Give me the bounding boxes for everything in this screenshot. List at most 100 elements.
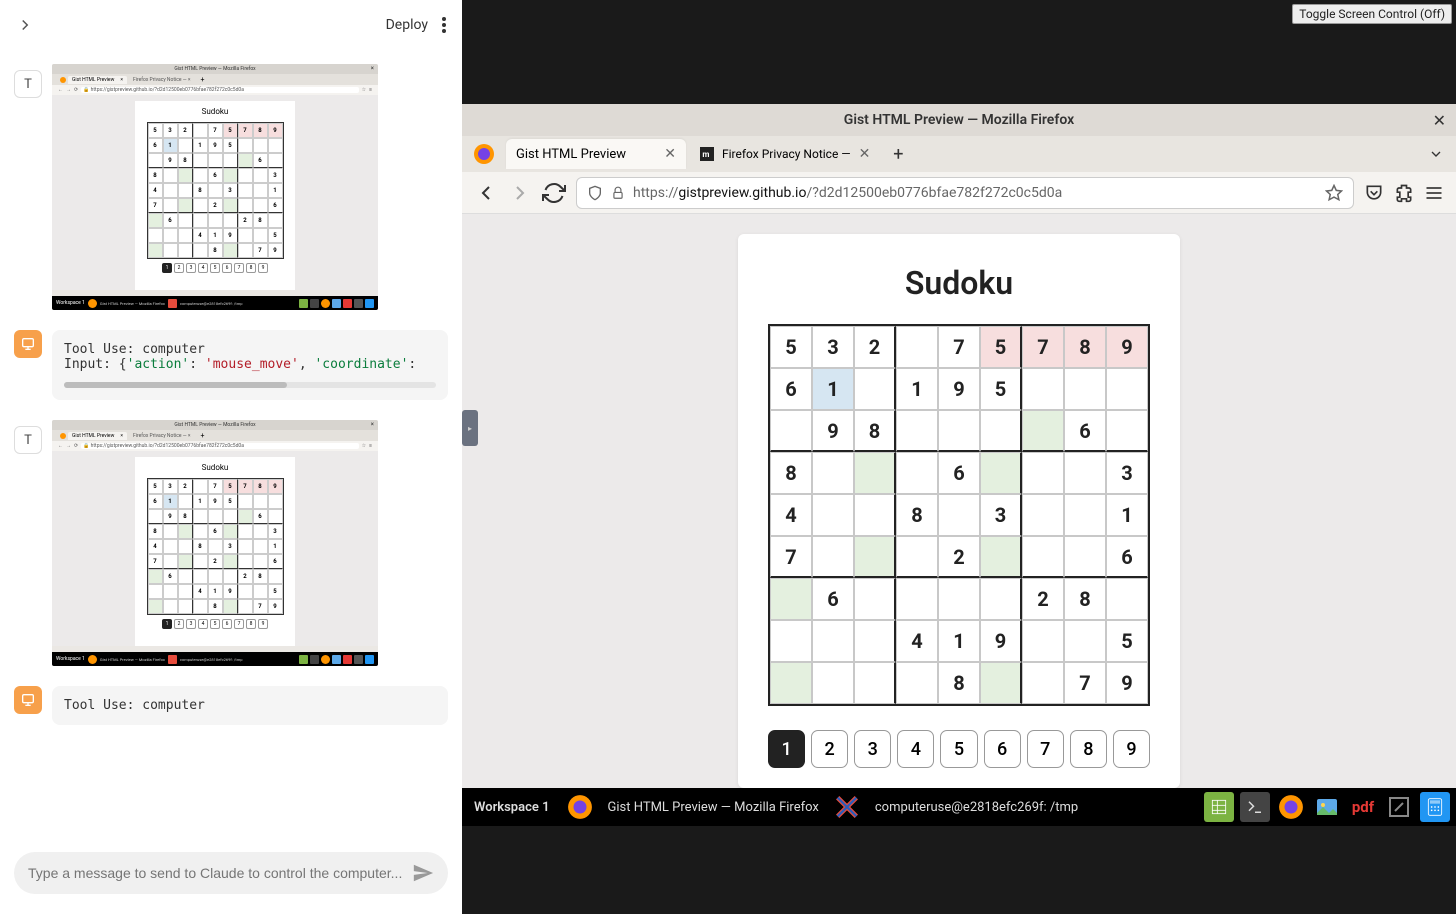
sudoku-cell[interactable]: 8	[938, 662, 980, 704]
message-input[interactable]	[28, 865, 402, 881]
sudoku-cell[interactable]	[1064, 452, 1106, 494]
sudoku-cell[interactable]	[854, 494, 896, 536]
sudoku-cell[interactable]: 6	[770, 368, 812, 410]
sudoku-cell[interactable]: 4	[770, 494, 812, 536]
url-bar[interactable]: https://gistpreview.github.io/?d2d12500e…	[576, 177, 1354, 209]
sudoku-cell[interactable]: 2	[938, 536, 980, 578]
sudoku-cell[interactable]: 6	[812, 578, 854, 620]
sudoku-cell[interactable]: 3	[812, 326, 854, 368]
sudoku-cell[interactable]: 3	[980, 494, 1022, 536]
sudoku-cell[interactable]	[1022, 452, 1064, 494]
sudoku-cell[interactable]	[1022, 494, 1064, 536]
sudoku-cell[interactable]: 6	[938, 452, 980, 494]
sudoku-cell[interactable]	[938, 410, 980, 452]
taskbar-terminal-title[interactable]: computeruse@e2818efc269f: /tmp	[871, 800, 1082, 815]
sudoku-cell[interactable]: 5	[980, 368, 1022, 410]
sudoku-cell[interactable]: 6	[1106, 536, 1148, 578]
extensions-icon[interactable]	[1394, 183, 1414, 203]
sudoku-cell[interactable]	[812, 494, 854, 536]
sudoku-cell[interactable]: 4	[896, 620, 938, 662]
sudoku-cell[interactable]	[812, 620, 854, 662]
sudoku-cell[interactable]	[812, 452, 854, 494]
sudoku-cell[interactable]: 7	[938, 326, 980, 368]
sudoku-cell[interactable]: 3	[1106, 452, 1148, 494]
menu-dots-icon[interactable]	[442, 17, 446, 33]
deploy-button[interactable]: Deploy	[386, 17, 428, 33]
sudoku-cell[interactable]	[812, 662, 854, 704]
sudoku-cell[interactable]: 9	[980, 620, 1022, 662]
sudoku-cell[interactable]	[770, 578, 812, 620]
sudoku-cell[interactable]	[854, 620, 896, 662]
sudoku-cell[interactable]	[1022, 368, 1064, 410]
editor-icon[interactable]	[1384, 792, 1414, 822]
sudoku-cell[interactable]	[1022, 536, 1064, 578]
sudoku-cell[interactable]: 8	[854, 410, 896, 452]
send-icon[interactable]	[412, 862, 434, 884]
sudoku-cell[interactable]	[896, 410, 938, 452]
sudoku-cell[interactable]	[938, 578, 980, 620]
spreadsheet-icon[interactable]	[1204, 792, 1234, 822]
sudoku-cell[interactable]: 9	[812, 410, 854, 452]
screenshot-thumb-2[interactable]: Gist HTML Preview — Mozilla Firefox× Gis…	[52, 420, 378, 666]
pocket-icon[interactable]	[1364, 183, 1384, 203]
sudoku-cell[interactable]	[896, 662, 938, 704]
sudoku-cell[interactable]: 5	[1106, 620, 1148, 662]
sudoku-cell[interactable]: 1	[812, 368, 854, 410]
number-button-4[interactable]: 4	[897, 730, 934, 768]
sudoku-cell[interactable]: 9	[1106, 326, 1148, 368]
sudoku-cell[interactable]	[854, 368, 896, 410]
sudoku-cell[interactable]: 2	[1022, 578, 1064, 620]
sudoku-cell[interactable]: 8	[770, 452, 812, 494]
tab-close-icon[interactable]: ✕	[664, 146, 676, 162]
sudoku-cell[interactable]: 5	[980, 326, 1022, 368]
sudoku-cell[interactable]	[854, 452, 896, 494]
number-button-6[interactable]: 6	[984, 730, 1021, 768]
close-icon[interactable]: ✕	[1433, 111, 1446, 130]
menu-icon[interactable]	[1424, 183, 1444, 203]
sudoku-cell[interactable]: 8	[1064, 578, 1106, 620]
sudoku-cell[interactable]	[896, 452, 938, 494]
terminal-icon[interactable]	[1240, 792, 1270, 822]
tabs-dropdown-icon[interactable]	[1428, 146, 1444, 162]
sudoku-cell[interactable]: 8	[1064, 326, 1106, 368]
number-button-9[interactable]: 9	[1113, 730, 1150, 768]
sudoku-cell[interactable]	[980, 662, 1022, 704]
sudoku-cell[interactable]	[1022, 620, 1064, 662]
number-button-3[interactable]: 3	[854, 730, 891, 768]
sudoku-cell[interactable]	[1064, 368, 1106, 410]
pdf-icon[interactable]: pdf	[1348, 792, 1378, 822]
tab-privacy-notice[interactable]: m Firefox Privacy Notice — ✕	[690, 139, 880, 169]
tab-close-icon[interactable]: ✕	[859, 146, 871, 162]
sudoku-cell[interactable]: 5	[770, 326, 812, 368]
toggle-screen-control[interactable]: Toggle Screen Control (Off)	[1292, 4, 1452, 24]
sudoku-cell[interactable]	[980, 410, 1022, 452]
number-button-8[interactable]: 8	[1070, 730, 1107, 768]
sudoku-cell[interactable]	[1022, 410, 1064, 452]
sudoku-cell[interactable]	[896, 578, 938, 620]
sudoku-cell[interactable]	[1064, 494, 1106, 536]
sudoku-cell[interactable]: 8	[896, 494, 938, 536]
sudoku-cell[interactable]	[812, 536, 854, 578]
sudoku-cell[interactable]: 1	[896, 368, 938, 410]
sudoku-cell[interactable]: 1	[938, 620, 980, 662]
sudoku-cell[interactable]	[770, 410, 812, 452]
sudoku-cell[interactable]	[1106, 368, 1148, 410]
chevron-right-icon[interactable]	[16, 16, 34, 34]
sudoku-cell[interactable]	[1106, 410, 1148, 452]
number-button-1[interactable]: 1	[768, 730, 805, 768]
new-tab-button[interactable]: +	[884, 140, 912, 168]
number-button-5[interactable]: 5	[940, 730, 977, 768]
number-button-7[interactable]: 7	[1027, 730, 1064, 768]
sudoku-cell[interactable]	[1022, 662, 1064, 704]
sudoku-cell[interactable]	[938, 494, 980, 536]
sudoku-cell[interactable]: 6	[1064, 410, 1106, 452]
sudoku-cell[interactable]	[980, 452, 1022, 494]
sudoku-cell[interactable]	[980, 536, 1022, 578]
reload-icon[interactable]	[542, 181, 566, 205]
sudoku-cell[interactable]	[896, 536, 938, 578]
sudoku-cell[interactable]: 7	[770, 536, 812, 578]
sudoku-cell[interactable]	[770, 662, 812, 704]
taskbar-window-title[interactable]: Gist HTML Preview — Mozilla Firefox	[604, 800, 823, 815]
scroll-track[interactable]	[64, 382, 436, 388]
tab-gist-preview[interactable]: Gist HTML Preview ✕	[506, 139, 686, 169]
